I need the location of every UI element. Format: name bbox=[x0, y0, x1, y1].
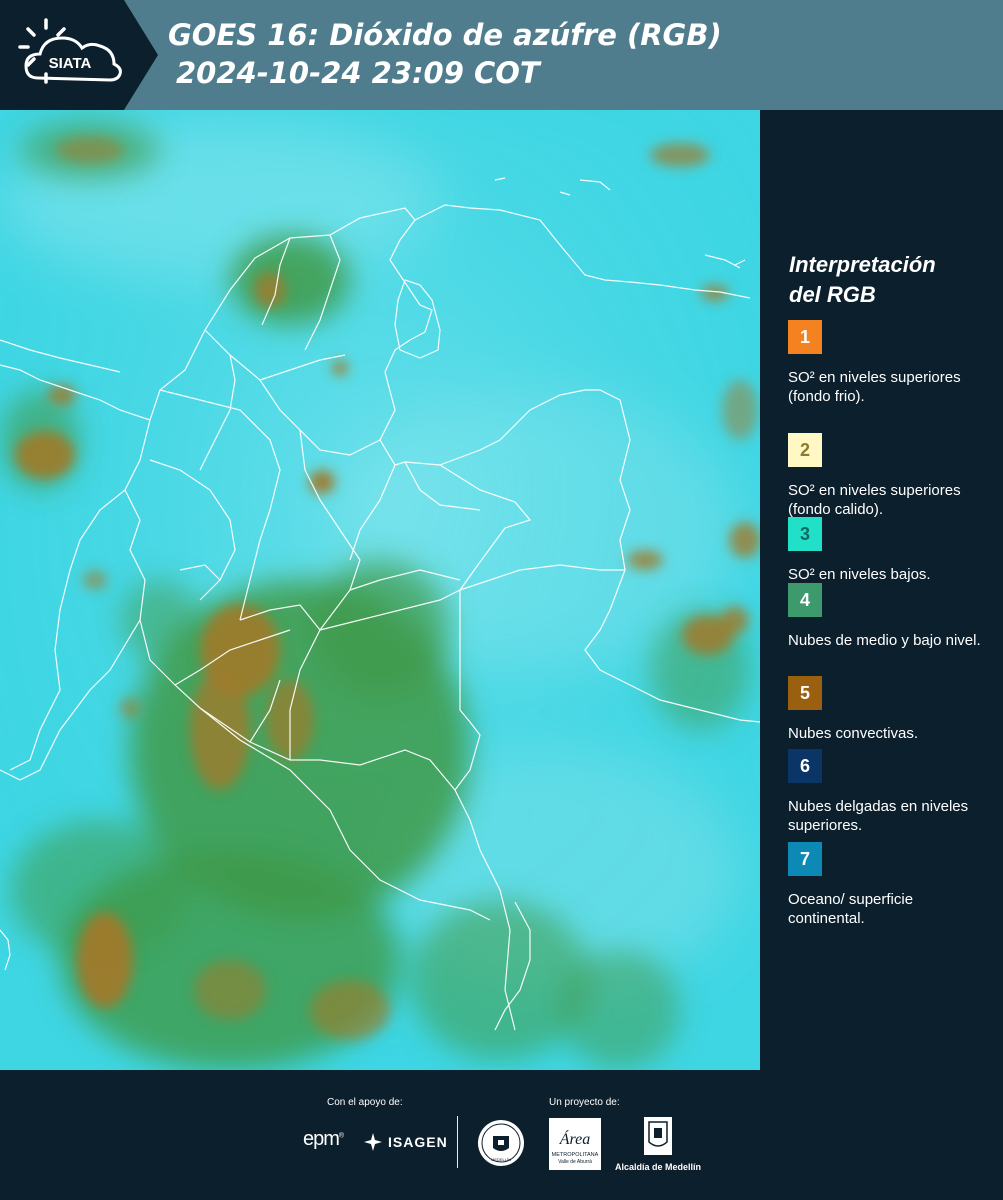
legend-swatch: 2 bbox=[788, 433, 822, 467]
legend-swatch: 4 bbox=[788, 583, 822, 617]
legend-item-4: 4 Nubes de medio y bajo nivel. bbox=[788, 583, 993, 650]
svg-text:MEDELLÍN: MEDELLÍN bbox=[491, 1157, 511, 1162]
svg-text:METROPOLITANA: METROPOLITANA bbox=[552, 1152, 599, 1158]
footer-divider bbox=[457, 1116, 458, 1168]
legend-description: SO² en niveles superiores (fondo calido)… bbox=[788, 482, 961, 518]
logo-text: SIATA bbox=[49, 55, 92, 72]
legend-item-7: 7 Oceano/ superficie continental. bbox=[788, 842, 993, 928]
support-label: Con el apoyo de: bbox=[327, 1097, 403, 1108]
legend-swatch: 1 bbox=[788, 320, 822, 354]
legend-description: Nubes de medio y bajo nivel. bbox=[788, 632, 981, 649]
legend-item-5: 5 Nubes convectivas. bbox=[788, 676, 993, 743]
legend-item-1: 1 SO² en niveles superiores (fondo frio). bbox=[788, 320, 993, 406]
project-label: Un proyecto de: bbox=[549, 1097, 620, 1108]
legend-swatch: 7 bbox=[788, 842, 822, 876]
legend-swatch: 3 bbox=[788, 517, 822, 551]
legend-item-6: 6 Nubes delgadas en niveles superiores. bbox=[788, 749, 993, 835]
header-band bbox=[124, 0, 1003, 110]
legend-swatch: 6 bbox=[788, 749, 822, 783]
epm-logo: epm® bbox=[303, 1128, 344, 1150]
legend-item-2: 2 SO² en niveles superiores (fondo calido… bbox=[788, 433, 993, 519]
page-title: GOES 16: Dióxido de azúfre (RGB) bbox=[168, 18, 722, 52]
header: SIATA GOES 16: Dióxido de azúfre (RGB) 2… bbox=[0, 0, 1003, 110]
satellite-map-svg bbox=[0, 110, 760, 1070]
legend-item-3: 3 SO² en niveles bajos. bbox=[788, 517, 993, 584]
timestamp: 2024-10-24 23:09 COT bbox=[176, 56, 540, 90]
legend-description: SO² en niveles superiores (fondo frio). bbox=[788, 369, 961, 405]
area-metropolitana-logo: Área METROPOLITANA Valle de Aburrá bbox=[549, 1118, 601, 1170]
legend-description: SO² en niveles bajos. bbox=[788, 566, 931, 583]
satellite-image bbox=[0, 110, 760, 1070]
alcaldia-logo: Alcaldía de Medellín bbox=[612, 1116, 704, 1172]
legend-panel: Interpretación del RGB 1 SO² en niveles s… bbox=[760, 110, 1003, 1070]
footer: Con el apoyo de: Un proyecto de: epm® IS… bbox=[0, 1070, 1003, 1200]
isagen-mark-icon bbox=[364, 1133, 382, 1151]
legend-description: Nubes convectivas. bbox=[788, 725, 919, 742]
isagen-logo: ISAGEN bbox=[362, 1130, 448, 1154]
siata-logo: SIATA bbox=[18, 18, 122, 84]
svg-text:Área: Área bbox=[559, 1129, 591, 1148]
legend-description: Nubes delgadas en niveles superiores. bbox=[788, 798, 969, 834]
legend-description: Oceano/ superficie continental. bbox=[788, 891, 914, 927]
legend-swatch: 5 bbox=[788, 676, 822, 710]
alcaldia-crest-icon bbox=[644, 1117, 672, 1155]
medellin-seal-icon: MEDELLÍN bbox=[478, 1120, 524, 1166]
svg-text:Valle de Aburrá: Valle de Aburrá bbox=[558, 1159, 592, 1165]
legend-title: Interpretación del RGB bbox=[789, 252, 936, 307]
